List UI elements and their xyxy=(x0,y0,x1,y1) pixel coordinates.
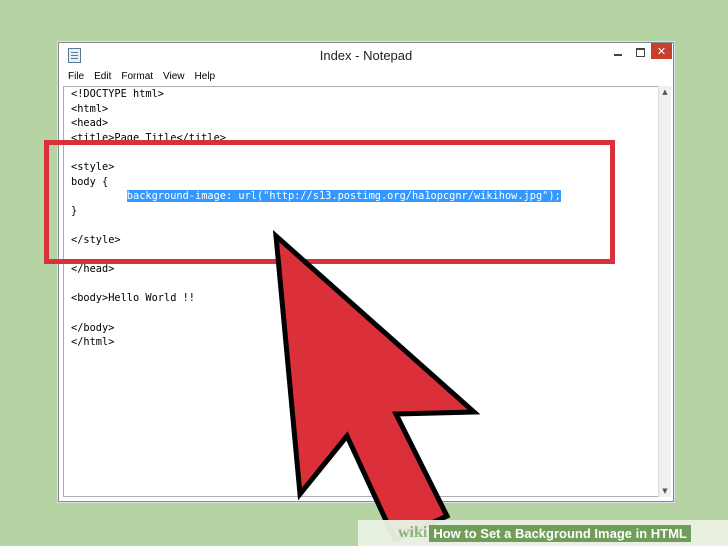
menu-format[interactable]: Format xyxy=(121,71,153,82)
wikihow-logo: wiki xyxy=(398,524,428,541)
footer-banner: wiki How to Set a Background Image in HT… xyxy=(358,520,728,546)
menu-help[interactable]: Help xyxy=(195,71,216,82)
title-bar[interactable]: Index - Notepad ✕ xyxy=(59,43,673,67)
selected-text: background-image: url("http://s13.postim… xyxy=(126,190,561,203)
code-content: <!DOCTYPE html> <html> <head> <title>Pag… xyxy=(71,87,561,350)
footer-caption: How to Set a Background Image in HTML xyxy=(429,524,691,542)
maximize-icon xyxy=(635,47,645,57)
code-line: <html> xyxy=(71,102,109,115)
code-line: <style> xyxy=(71,160,115,173)
close-button[interactable]: ✕ xyxy=(651,43,672,59)
scroll-up-icon[interactable]: ▲ xyxy=(659,86,671,98)
code-line-selected: background-image: url("http://s13.postim… xyxy=(71,189,561,204)
code-line: body { xyxy=(71,175,109,188)
code-line: <!DOCTYPE html> xyxy=(71,88,164,100)
code-line: </head> xyxy=(71,263,115,276)
vertical-scrollbar[interactable]: ▲ ▼ xyxy=(658,86,671,497)
code-line: <body>Hello World !! xyxy=(71,292,195,305)
maximize-button[interactable] xyxy=(629,43,651,61)
code-line: <head> xyxy=(71,117,109,130)
minimize-button[interactable] xyxy=(607,43,629,61)
text-editor[interactable]: <!DOCTYPE html> <html> <head> <title>Pag… xyxy=(63,86,660,497)
minimize-icon xyxy=(614,54,622,56)
menu-view[interactable]: View xyxy=(163,71,185,82)
scroll-down-icon[interactable]: ▼ xyxy=(659,485,671,497)
code-line: </body> xyxy=(71,321,115,334)
menu-edit[interactable]: Edit xyxy=(94,71,111,82)
code-line: </html> xyxy=(71,336,115,349)
code-line: </style> xyxy=(71,233,121,246)
window-title: Index - Notepad xyxy=(319,48,413,63)
notepad-window: Index - Notepad ✕ File Edit Format View … xyxy=(58,42,674,502)
code-line: <title>Page Title</title> xyxy=(71,131,226,144)
menu-bar: File Edit Format View Help xyxy=(59,67,673,86)
code-line: } xyxy=(71,204,78,217)
menu-file[interactable]: File xyxy=(68,71,84,82)
